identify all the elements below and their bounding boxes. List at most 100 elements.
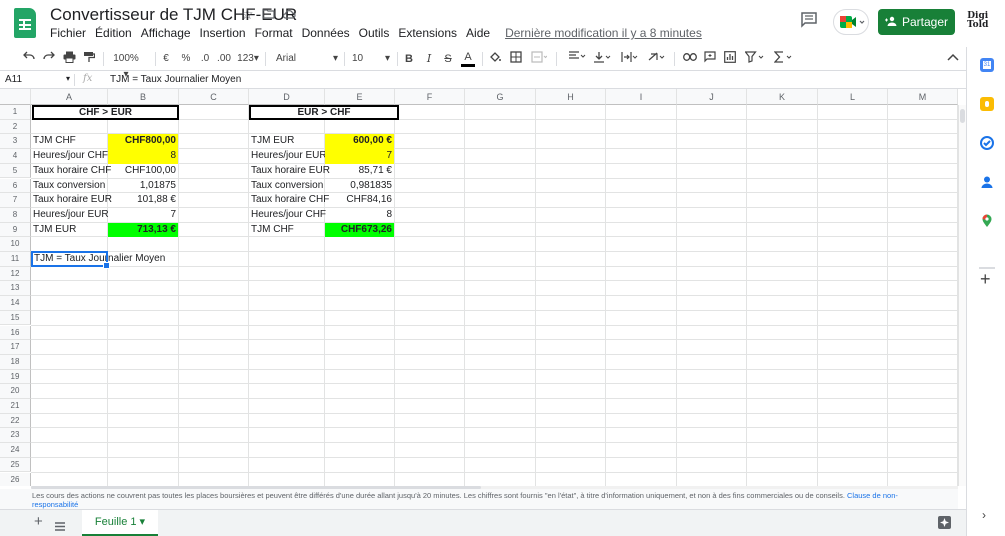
eur-chf-label-cell[interactable]: TJM CHF xyxy=(249,223,296,238)
row-header[interactable]: 7 xyxy=(0,193,31,208)
print-icon[interactable] xyxy=(62,51,76,67)
show-side-panel-icon[interactable]: › xyxy=(982,508,986,522)
explore-icon[interactable] xyxy=(938,516,951,534)
row-header[interactable]: 13 xyxy=(0,281,31,297)
collapse-menus-icon[interactable] xyxy=(946,51,960,67)
chf-eur-value-cell[interactable]: 713,13 € xyxy=(108,222,178,238)
insert-comment-icon[interactable] xyxy=(703,51,717,67)
chf-eur-value-cell[interactable]: 8 xyxy=(108,149,178,164)
eur-chf-value-cell[interactable]: CHF673,26 xyxy=(325,222,394,238)
column-header[interactable]: F xyxy=(395,89,465,105)
menu-fichier[interactable]: Fichier xyxy=(50,26,86,42)
strikethrough-button[interactable]: S xyxy=(442,51,454,67)
row-header[interactable]: 14 xyxy=(0,296,31,311)
insert-chart-icon[interactable] xyxy=(723,51,737,67)
tasks-icon[interactable] xyxy=(980,136,994,150)
chf-eur-value-cell[interactable]: 7 xyxy=(108,208,178,223)
chf-eur-label-cell[interactable]: Taux horaire EUR xyxy=(31,193,114,208)
eur-chf-label-cell[interactable]: Taux conversion xyxy=(249,179,325,194)
right-table-title[interactable]: EUR > CHF xyxy=(249,105,399,120)
row-header[interactable]: 15 xyxy=(0,310,31,326)
column-header[interactable]: B xyxy=(108,89,179,105)
row-header[interactable]: 21 xyxy=(0,399,31,414)
row-header[interactable]: 1 xyxy=(0,105,31,120)
menu-edition[interactable]: Édition xyxy=(95,26,132,42)
chf-eur-label-cell[interactable]: Heures/jour CHF xyxy=(31,149,110,164)
row-header[interactable]: 11 xyxy=(0,252,31,267)
eur-chf-value-cell[interactable]: 85,71 € xyxy=(325,164,394,179)
get-add-ons-icon[interactable]: + xyxy=(980,269,991,290)
fill-color-icon[interactable] xyxy=(488,51,502,67)
chf-eur-label-cell[interactable]: Taux conversion xyxy=(31,179,107,194)
menu-aide[interactable]: Aide xyxy=(466,26,490,42)
column-header[interactable]: J xyxy=(677,89,747,105)
column-header[interactable]: A xyxy=(31,89,108,105)
row-header[interactable]: 25 xyxy=(0,457,31,473)
eur-chf-value-cell[interactable]: 600,00 € xyxy=(325,134,394,150)
name-box[interactable]: A11 ▾ xyxy=(5,74,70,85)
cloud-status-icon[interactable] xyxy=(282,6,296,22)
sheets-logo-icon[interactable] xyxy=(14,8,36,38)
row-header[interactable]: 4 xyxy=(0,149,31,164)
chf-eur-label-cell[interactable]: TJM EUR xyxy=(31,223,78,238)
chf-eur-label-cell[interactable]: Heures/jour EUR xyxy=(31,208,111,223)
column-header[interactable]: C xyxy=(179,89,249,105)
italic-button[interactable]: I xyxy=(423,51,435,67)
insert-link-icon[interactable] xyxy=(682,51,698,67)
row-header[interactable]: 19 xyxy=(0,369,31,385)
sheet-tab-feuille-1[interactable]: Feuille 1 ▾ xyxy=(82,510,158,536)
menu-extensions[interactable]: Extensions xyxy=(398,26,457,42)
spreadsheet-grid[interactable]: ABCDEFGHIJKLM 1 2 3 4 5 6 7 8 9 10 11 12 13 14 15 16 17 1… xyxy=(0,89,958,486)
menu-affichage[interactable]: Affichage xyxy=(141,26,191,42)
menu-donnees[interactable]: Données xyxy=(302,26,350,42)
move-folder-icon[interactable] xyxy=(262,6,275,22)
menu-insertion[interactable]: Insertion xyxy=(200,26,246,42)
column-header[interactable]: E xyxy=(325,89,395,105)
eur-chf-value-cell[interactable]: 8 xyxy=(325,208,394,223)
redo-icon[interactable] xyxy=(42,51,56,67)
row-header[interactable]: 6 xyxy=(0,178,31,194)
row-header[interactable]: 9 xyxy=(0,222,31,238)
comments-icon[interactable] xyxy=(800,12,820,30)
vertical-align-icon[interactable] xyxy=(593,51,613,67)
maps-icon[interactable] xyxy=(980,214,994,228)
row-header[interactable]: 16 xyxy=(0,325,31,341)
text-wrap-icon[interactable] xyxy=(620,51,640,67)
column-header[interactable]: I xyxy=(606,89,677,105)
more-formats-select[interactable]: 123▾ xyxy=(236,51,260,67)
increase-decimals-button[interactable]: .00 xyxy=(216,51,232,67)
eur-chf-value-cell[interactable]: 0,981835 xyxy=(325,179,394,194)
menu-outils[interactable]: Outils xyxy=(359,26,390,42)
font-family-select[interactable]: Arial ▾ xyxy=(276,51,340,67)
star-icon[interactable]: ☆ xyxy=(241,6,254,23)
column-header[interactable]: K xyxy=(747,89,818,105)
decrease-decimals-button[interactable]: .0 xyxy=(198,51,212,67)
chf-eur-value-cell[interactable]: 1,01875 xyxy=(108,179,178,194)
horizontal-align-icon[interactable] xyxy=(568,51,588,67)
column-header[interactable]: D xyxy=(249,89,325,105)
eur-chf-value-cell[interactable]: CHF84,16 xyxy=(325,193,394,208)
row-header[interactable]: 12 xyxy=(0,266,31,282)
chf-eur-label-cell[interactable]: TJM CHF xyxy=(31,134,78,149)
chf-eur-value-cell[interactable]: 101,88 € xyxy=(108,193,178,208)
row-header[interactable]: 2 xyxy=(0,119,31,135)
add-sheet-icon[interactable]: + xyxy=(34,513,43,530)
eur-chf-label-cell[interactable]: Heures/jour EUR xyxy=(249,149,329,164)
eur-chf-label-cell[interactable]: Heures/jour CHF xyxy=(249,208,328,223)
meet-button[interactable] xyxy=(833,9,869,35)
eur-chf-label-cell[interactable]: Taux horaire EUR xyxy=(249,164,332,179)
row-header[interactable]: 17 xyxy=(0,340,31,355)
last-edit-link[interactable]: Dernière modification il y a 8 minutes xyxy=(505,26,702,42)
chf-eur-value-cell[interactable]: CHF100,00 xyxy=(108,164,178,179)
row-header[interactable]: 20 xyxy=(0,384,31,399)
paint-format-icon[interactable] xyxy=(82,51,96,67)
row-header[interactable]: 8 xyxy=(0,207,31,223)
row-header[interactable]: 26 xyxy=(0,472,31,486)
column-header[interactable]: G xyxy=(465,89,536,105)
formula-input[interactable]: TJM = Taux Journalier Moyen xyxy=(110,74,241,85)
row-header[interactable]: 23 xyxy=(0,428,31,444)
merge-cells-icon[interactable] xyxy=(530,51,548,67)
functions-icon[interactable] xyxy=(773,51,795,67)
font-size-select[interactable]: 10 ▾ xyxy=(352,51,392,67)
row-header[interactable]: 24 xyxy=(0,443,31,458)
